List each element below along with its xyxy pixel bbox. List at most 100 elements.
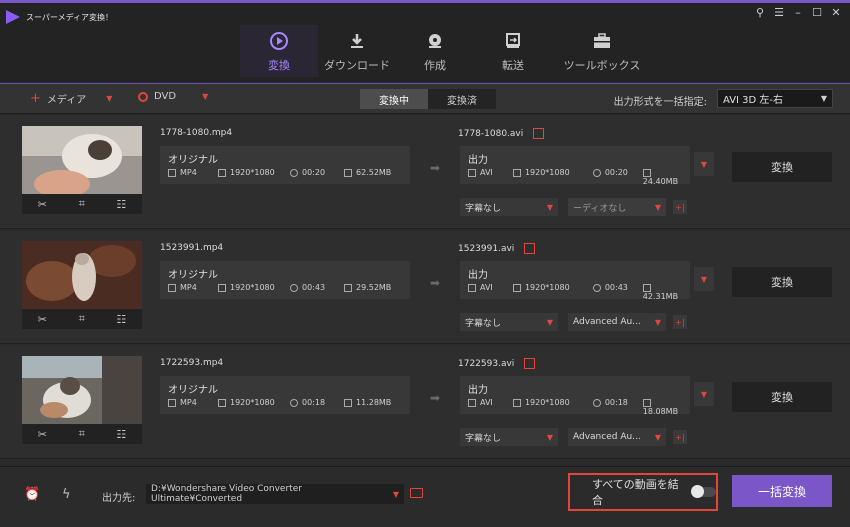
subtitle-value: 字幕なし [465, 203, 502, 214]
maximize-icon[interactable]: ☐ [811, 6, 823, 19]
tab-burn[interactable]: 作成 [396, 25, 474, 77]
output-label: 出力 [468, 155, 488, 166]
folder-icon [642, 283, 651, 292]
tab-transfer[interactable]: 転送 [474, 25, 552, 77]
merge-toggle[interactable] [691, 485, 716, 498]
audio-select[interactable]: Advanced Au... ▼ [568, 313, 666, 331]
resolution-icon [218, 168, 226, 177]
source-duration: 00:20 [302, 168, 326, 177]
source-info: オリジナル MP4 1920*1080 00:43 29.52MB [160, 261, 410, 299]
open-folder-icon[interactable] [410, 488, 423, 498]
audio-value: Advanced Au... [573, 432, 641, 442]
convert-button[interactable]: 変換 [732, 267, 832, 297]
source-filename: 1523991.mp4 [160, 243, 224, 253]
audio-track-icon[interactable]: +| [673, 430, 687, 444]
subtitle-select[interactable]: 字幕なし ▼ [460, 198, 558, 216]
lightning-icon[interactable]: ϟ [62, 487, 71, 502]
source-filename: 1722593.mp4 [160, 358, 224, 368]
user-icon[interactable]: ⚲ [754, 6, 766, 19]
subtitle-select[interactable]: 字幕なし ▼ [460, 313, 558, 331]
source-size: 62.52MB [356, 168, 392, 177]
output-settings-dropdown[interactable]: ▼ [694, 152, 714, 176]
burn-icon [426, 31, 444, 51]
arrow-right-icon: ➡ [430, 161, 441, 175]
arrow-right-icon: ➡ [430, 391, 441, 405]
trim-icon[interactable]: ✂ [38, 428, 47, 441]
crop-icon[interactable]: ⌗ [79, 197, 85, 211]
chevron-down-icon[interactable]: ▼ [202, 92, 208, 101]
output-label: 出力 [468, 385, 488, 396]
source-info: オリジナル MP4 1920*1080 00:20 62.52MB [160, 146, 410, 184]
folder-icon [344, 283, 352, 292]
output-path-select[interactable]: D:¥Wondershare Video Converter Ultimate¥… [146, 484, 404, 504]
film-icon [168, 168, 176, 177]
source-format: MP4 [180, 168, 197, 177]
convert-all-button[interactable]: 一括変換 [732, 475, 832, 507]
add-media-button[interactable]: + メディア ▼ [30, 91, 112, 106]
output-settings-dropdown[interactable]: ▼ [694, 382, 714, 406]
menu-icon[interactable]: ☰ [773, 6, 785, 19]
minimize-icon[interactable]: – [792, 6, 804, 19]
tab-toolbox[interactable]: ツールボックス [552, 25, 652, 77]
video-thumbnail[interactable] [22, 126, 142, 194]
tab-burn-label: 作成 [424, 59, 446, 72]
clock-icon [290, 283, 298, 292]
source-resolution: 1920*1080 [230, 283, 275, 292]
convert-button[interactable]: 変換 [732, 382, 832, 412]
convert-icon [269, 31, 289, 51]
folder-icon [344, 398, 352, 407]
chevron-down-icon: ▼ [546, 317, 553, 327]
tab-download[interactable]: ダウンロード [318, 25, 396, 77]
tab-converting[interactable]: 変換中 [360, 89, 428, 109]
edit-icon[interactable] [524, 358, 536, 369]
crop-icon[interactable]: ⌗ [79, 427, 85, 441]
subtitle-select[interactable]: 字幕なし ▼ [460, 428, 558, 446]
edit-icon[interactable] [533, 128, 545, 139]
audio-select[interactable]: ーディオなし ▼ [568, 198, 666, 216]
audio-track-icon[interactable]: +| [673, 315, 687, 329]
alarm-clock-icon[interactable]: ⏰ [24, 487, 40, 502]
trim-icon[interactable]: ✂ [38, 198, 47, 211]
tab-download-label: ダウンロード [324, 59, 390, 72]
output-format-select[interactable]: AVI 3D 左-右 ▼ [717, 89, 833, 108]
crop-icon[interactable]: ⌗ [79, 312, 85, 326]
trim-icon[interactable]: ✂ [38, 313, 47, 326]
video-thumbnail[interactable] [22, 356, 142, 424]
chevron-down-icon: ▼ [546, 202, 553, 212]
output-size: 24.40MB [642, 177, 679, 186]
output-duration: 00:43 [604, 283, 628, 292]
output-format: AVI [480, 283, 493, 292]
effects-icon[interactable]: ☷ [116, 198, 126, 211]
output-filename-row: 1523991.avi [458, 243, 536, 254]
output-resolution: 1920*1080 [524, 168, 570, 177]
chevron-down-icon: ▼ [392, 489, 399, 499]
output-format: AVI [480, 168, 493, 177]
window-controls: ⚲ ☰ – ☐ ✕ [754, 6, 842, 19]
output-size: 18.08MB [642, 407, 679, 416]
video-thumbnail[interactable] [22, 241, 142, 309]
audio-track-icon[interactable]: +| [673, 200, 687, 214]
chevron-down-icon: ▼ [654, 317, 661, 327]
tab-convert[interactable]: 変換 [240, 25, 318, 77]
dvd-label: DVD [154, 91, 177, 102]
tab-converted[interactable]: 変換済 [428, 89, 496, 109]
tab-transfer-label: 転送 [502, 59, 524, 72]
file-row: ✂ ⌗ ☷ 1523991.mp4 オリジナル MP4 1920*1080 00… [0, 231, 850, 344]
effects-icon[interactable]: ☷ [116, 313, 126, 326]
toolbar: + メディア ▼ DVD ▼ 変換中 変換済 出力形式を一括指定: AVI 3D… [0, 84, 850, 114]
output-settings-dropdown[interactable]: ▼ [694, 267, 714, 291]
convert-button[interactable]: 変換 [732, 152, 832, 182]
app-title: スーパーメディア変換！ [6, 10, 113, 24]
source-filename: 1778-1080.mp4 [160, 128, 233, 138]
audio-value: ーディオなし [573, 203, 627, 214]
merge-label: すべての動画を結合 [592, 478, 679, 507]
source-size: 29.52MB [356, 283, 392, 292]
chevron-down-icon[interactable]: ▼ [106, 94, 112, 103]
effects-icon[interactable]: ☷ [116, 428, 126, 441]
audio-select[interactable]: Advanced Au... ▼ [568, 428, 666, 446]
output-resolution: 1920*1080 [524, 283, 570, 292]
bottom-bar: ⏰ ϟ 出力先: D:¥Wondershare Video Converter … [0, 466, 850, 527]
edit-icon[interactable] [524, 243, 536, 254]
dvd-button[interactable]: DVD ▼ [138, 91, 208, 102]
close-icon[interactable]: ✕ [830, 6, 842, 19]
